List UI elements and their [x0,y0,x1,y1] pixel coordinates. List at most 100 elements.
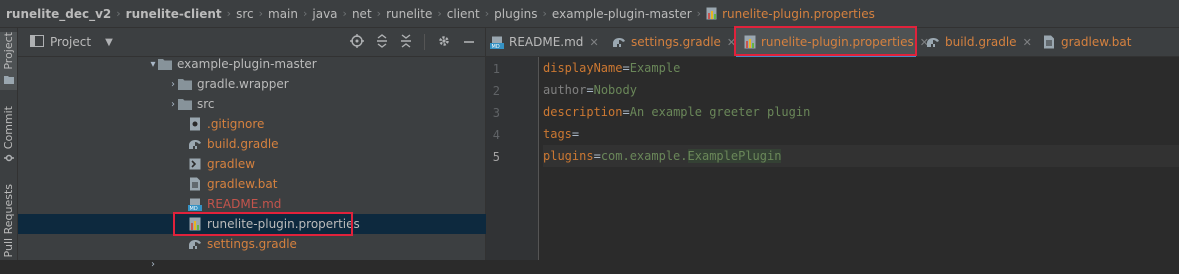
breadcrumb-net[interactable]: net [352,7,372,21]
line-number: 5 [492,150,500,164]
properties-file-icon [706,7,718,20]
tab-label: README.md [509,35,584,49]
tab-gradlew-bat[interactable]: gradlew.bat [1042,28,1131,56]
left-tool-stripe: Project Commit Pull Requests [0,28,18,260]
tree-item-label: gradlew.bat [207,177,278,191]
editor-tab-bar: MD README.md ✕ settings.gradle ✕ runelit… [486,26,1179,57]
property-value: Example [629,61,681,75]
breadcrumb-src[interactable]: src [236,7,254,21]
line-number: 1 [492,62,500,76]
project-panel-toolbar [350,28,475,56]
pull-requests-tool-tab[interactable]: Pull Requests [0,184,17,260]
gradle-file-icon [188,237,202,251]
commit-tool-tab[interactable]: Commit [0,106,17,168]
breadcrumb-separator: › [696,7,702,20]
equals-sign: = [622,61,630,75]
breadcrumb-example-plugin-master[interactable]: example-plugin-master [552,7,692,21]
tree-item-label: build.gradle [207,137,279,151]
breadcrumb-separator: › [302,7,308,20]
breadcrumb-project[interactable]: runelite_dec_v2 [6,7,111,21]
gradle-file-icon [612,35,626,49]
minimize-icon[interactable] [463,35,475,50]
breadcrumb-separator: › [258,7,263,20]
collapse-all-icon[interactable] [400,33,412,51]
editor-area: MD README.md ✕ settings.gradle ✕ runelit… [486,26,1179,260]
breadcrumb-separator: › [116,7,121,20]
highlight-box [173,212,353,236]
equals-sign: = [593,149,601,163]
gear-icon[interactable] [437,34,451,51]
chevron-down-icon[interactable]: ▼ [105,37,113,48]
code-line[interactable]: tags = [543,123,1179,145]
expand-arrow-icon[interactable]: › [148,259,158,270]
bat-file-icon [1042,35,1056,49]
line-number-gutter: 1 2 3 4 5 [486,57,538,260]
breadcrumb-separator: › [542,7,547,20]
bat-file-icon [188,177,202,191]
breadcrumb-separator: › [437,7,442,20]
property-key: tags [543,127,572,141]
gradle-file-icon [926,35,940,49]
commit-icon [3,152,14,166]
breadcrumb-runelite[interactable]: runelite [386,7,432,21]
project-tool-label: Project [2,32,15,70]
project-panel: Project ▼ ▾ example-plugin-master › grad… [18,28,655,270]
breadcrumb-client[interactable]: client [447,7,480,21]
line-number: 3 [492,106,500,120]
equals-sign: = [586,83,594,97]
tree-item-label: gradlew [207,157,256,171]
script-file-icon [188,157,202,171]
folder-icon [3,73,14,87]
tab-label: gradlew.bat [1061,35,1132,49]
project-panel-title[interactable]: Project [50,35,91,49]
expand-arrow-icon[interactable]: › [168,99,178,110]
breadcrumb-separator: › [342,7,347,20]
breadcrumb-file[interactable]: runelite-plugin.properties [722,7,875,21]
commit-tool-label: Commit [2,106,15,150]
expand-arrow-icon[interactable]: › [168,79,178,90]
breadcrumb-java[interactable]: java [312,7,337,21]
property-value: Nobody [593,83,637,97]
breadcrumb-module[interactable]: runelite-client [126,7,222,21]
tree-item-label: example-plugin-master [177,57,317,71]
tab-settings-gradle[interactable]: settings.gradle ✕ [612,28,736,56]
pull-requests-tool-label: Pull Requests [2,184,15,258]
code-line[interactable]: author = Nobody [543,79,1179,101]
gitignore-file-icon [188,117,202,131]
tab-readme[interactable]: MD README.md ✕ [490,28,599,56]
expand-all-icon[interactable] [376,33,388,51]
close-icon[interactable]: ✕ [1023,36,1032,49]
svg-text:MD: MD [190,206,198,211]
property-value: An example greeter plugin [629,105,811,119]
folder-icon [158,57,172,71]
code-line[interactable]: displayName = Example [543,57,1179,79]
expand-arrow-icon[interactable]: ▾ [148,59,158,70]
close-icon[interactable]: ✕ [589,36,598,49]
class-reference[interactable]: ExamplePlugin [687,149,782,163]
tab-build-gradle[interactable]: build.gradle ✕ [926,28,1032,56]
markdown-file-icon: MD [490,35,504,49]
line-number: 2 [492,84,500,98]
breadcrumb-plugins[interactable]: plugins [494,7,537,21]
locate-file-icon[interactable] [350,33,364,51]
property-key: description [543,105,623,119]
property-value: com.example. [600,149,688,163]
code-line[interactable]: description = An example greeter plugin [543,101,1179,123]
equals-sign: = [571,127,580,141]
separator [424,34,425,50]
breadcrumb-separator: › [484,7,490,20]
breadcrumb-separator: › [376,7,382,20]
code-line-current[interactable]: plugins = com.example. ExamplePlugin [543,145,1179,167]
tree-item-label: gradle.wrapper [197,77,289,91]
highlight-box [734,26,917,56]
tree-item-label: README.md [207,197,282,211]
project-tool-tab[interactable]: Project [0,32,17,90]
tab-label: build.gradle [945,35,1017,49]
property-key: author [543,83,587,97]
breadcrumb-main[interactable]: main [268,7,298,21]
svg-text:MD: MD [492,44,500,49]
equals-sign: = [622,105,630,119]
tree-item-label: .gitignore [207,117,265,131]
tree-item-label: settings.gradle [207,237,297,251]
gutter-divider [538,57,539,260]
